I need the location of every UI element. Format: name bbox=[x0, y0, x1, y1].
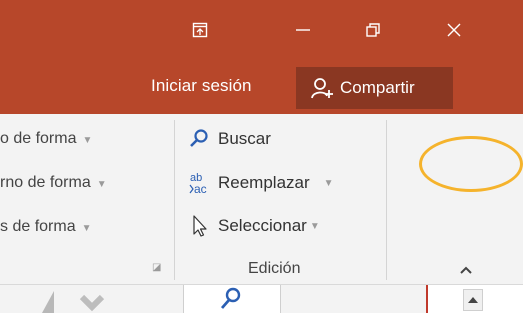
collapse-ribbon-button[interactable] bbox=[454, 258, 478, 282]
close-button[interactable] bbox=[437, 13, 471, 47]
caret-down-icon: ▼ bbox=[82, 135, 93, 146]
ribbon: o de forma ▼ rno de forma ▼ s de forma ▼ ◪ … bbox=[0, 114, 523, 284]
shape-fill-button[interactable]: o de forma ▼ bbox=[0, 130, 92, 148]
add-person-icon bbox=[310, 76, 334, 100]
ribbon-display-options-button[interactable] bbox=[183, 13, 217, 47]
caret-down-icon: ▼ bbox=[96, 179, 107, 190]
select-label: Seleccionar bbox=[218, 216, 307, 235]
shape-style-icon bbox=[42, 291, 105, 313]
ribbon-preview-strip bbox=[0, 284, 523, 313]
title-bar: Iniciar sesión Compartir bbox=[0, 0, 523, 114]
restore-icon bbox=[366, 23, 380, 37]
sign-in-link[interactable]: Iniciar sesión bbox=[151, 76, 252, 96]
shape-fill-label: o de forma bbox=[0, 130, 77, 147]
shape-outline-button[interactable]: rno de forma ▼ bbox=[0, 174, 107, 192]
replace-button[interactable]: ab ac Reemplazar ▼ bbox=[188, 171, 334, 195]
search-icon bbox=[220, 287, 241, 309]
find-label: Buscar bbox=[218, 129, 271, 148]
shape-outline-label: rno de forma bbox=[0, 174, 91, 191]
search-icon bbox=[188, 128, 218, 150]
share-label: Compartir bbox=[340, 78, 415, 97]
share-button[interactable]: Compartir bbox=[296, 67, 453, 109]
group-separator bbox=[386, 120, 387, 280]
cursor-arrow-icon bbox=[188, 214, 218, 238]
select-button[interactable]: Seleccionar ▼ bbox=[188, 214, 320, 238]
caret-down-icon: ▼ bbox=[81, 223, 92, 234]
restore-button[interactable] bbox=[356, 13, 390, 47]
close-icon bbox=[447, 23, 461, 37]
find-tool-preview bbox=[183, 285, 281, 313]
ribbon-display-options-icon bbox=[192, 22, 208, 38]
caret-down-icon: ▼ bbox=[323, 177, 334, 189]
scroll-up-button[interactable] bbox=[463, 289, 483, 311]
chevron-up-icon bbox=[460, 266, 472, 274]
editing-group-label: Edición bbox=[248, 260, 301, 277]
dialog-launcher-icon[interactable]: ◪ bbox=[152, 262, 161, 273]
minimize-button[interactable] bbox=[286, 13, 320, 47]
caret-down-icon: ▼ bbox=[309, 220, 320, 232]
minimize-icon bbox=[296, 29, 310, 31]
shape-effects-label: s de forma bbox=[0, 218, 76, 235]
replace-icon: ab ac bbox=[188, 171, 218, 195]
shape-effects-button[interactable]: s de forma ▼ bbox=[0, 218, 92, 236]
svg-text:ac: ac bbox=[194, 182, 207, 195]
find-button[interactable]: Buscar bbox=[188, 128, 271, 150]
replace-label: Reemplazar bbox=[218, 173, 310, 192]
group-separator bbox=[174, 120, 175, 280]
